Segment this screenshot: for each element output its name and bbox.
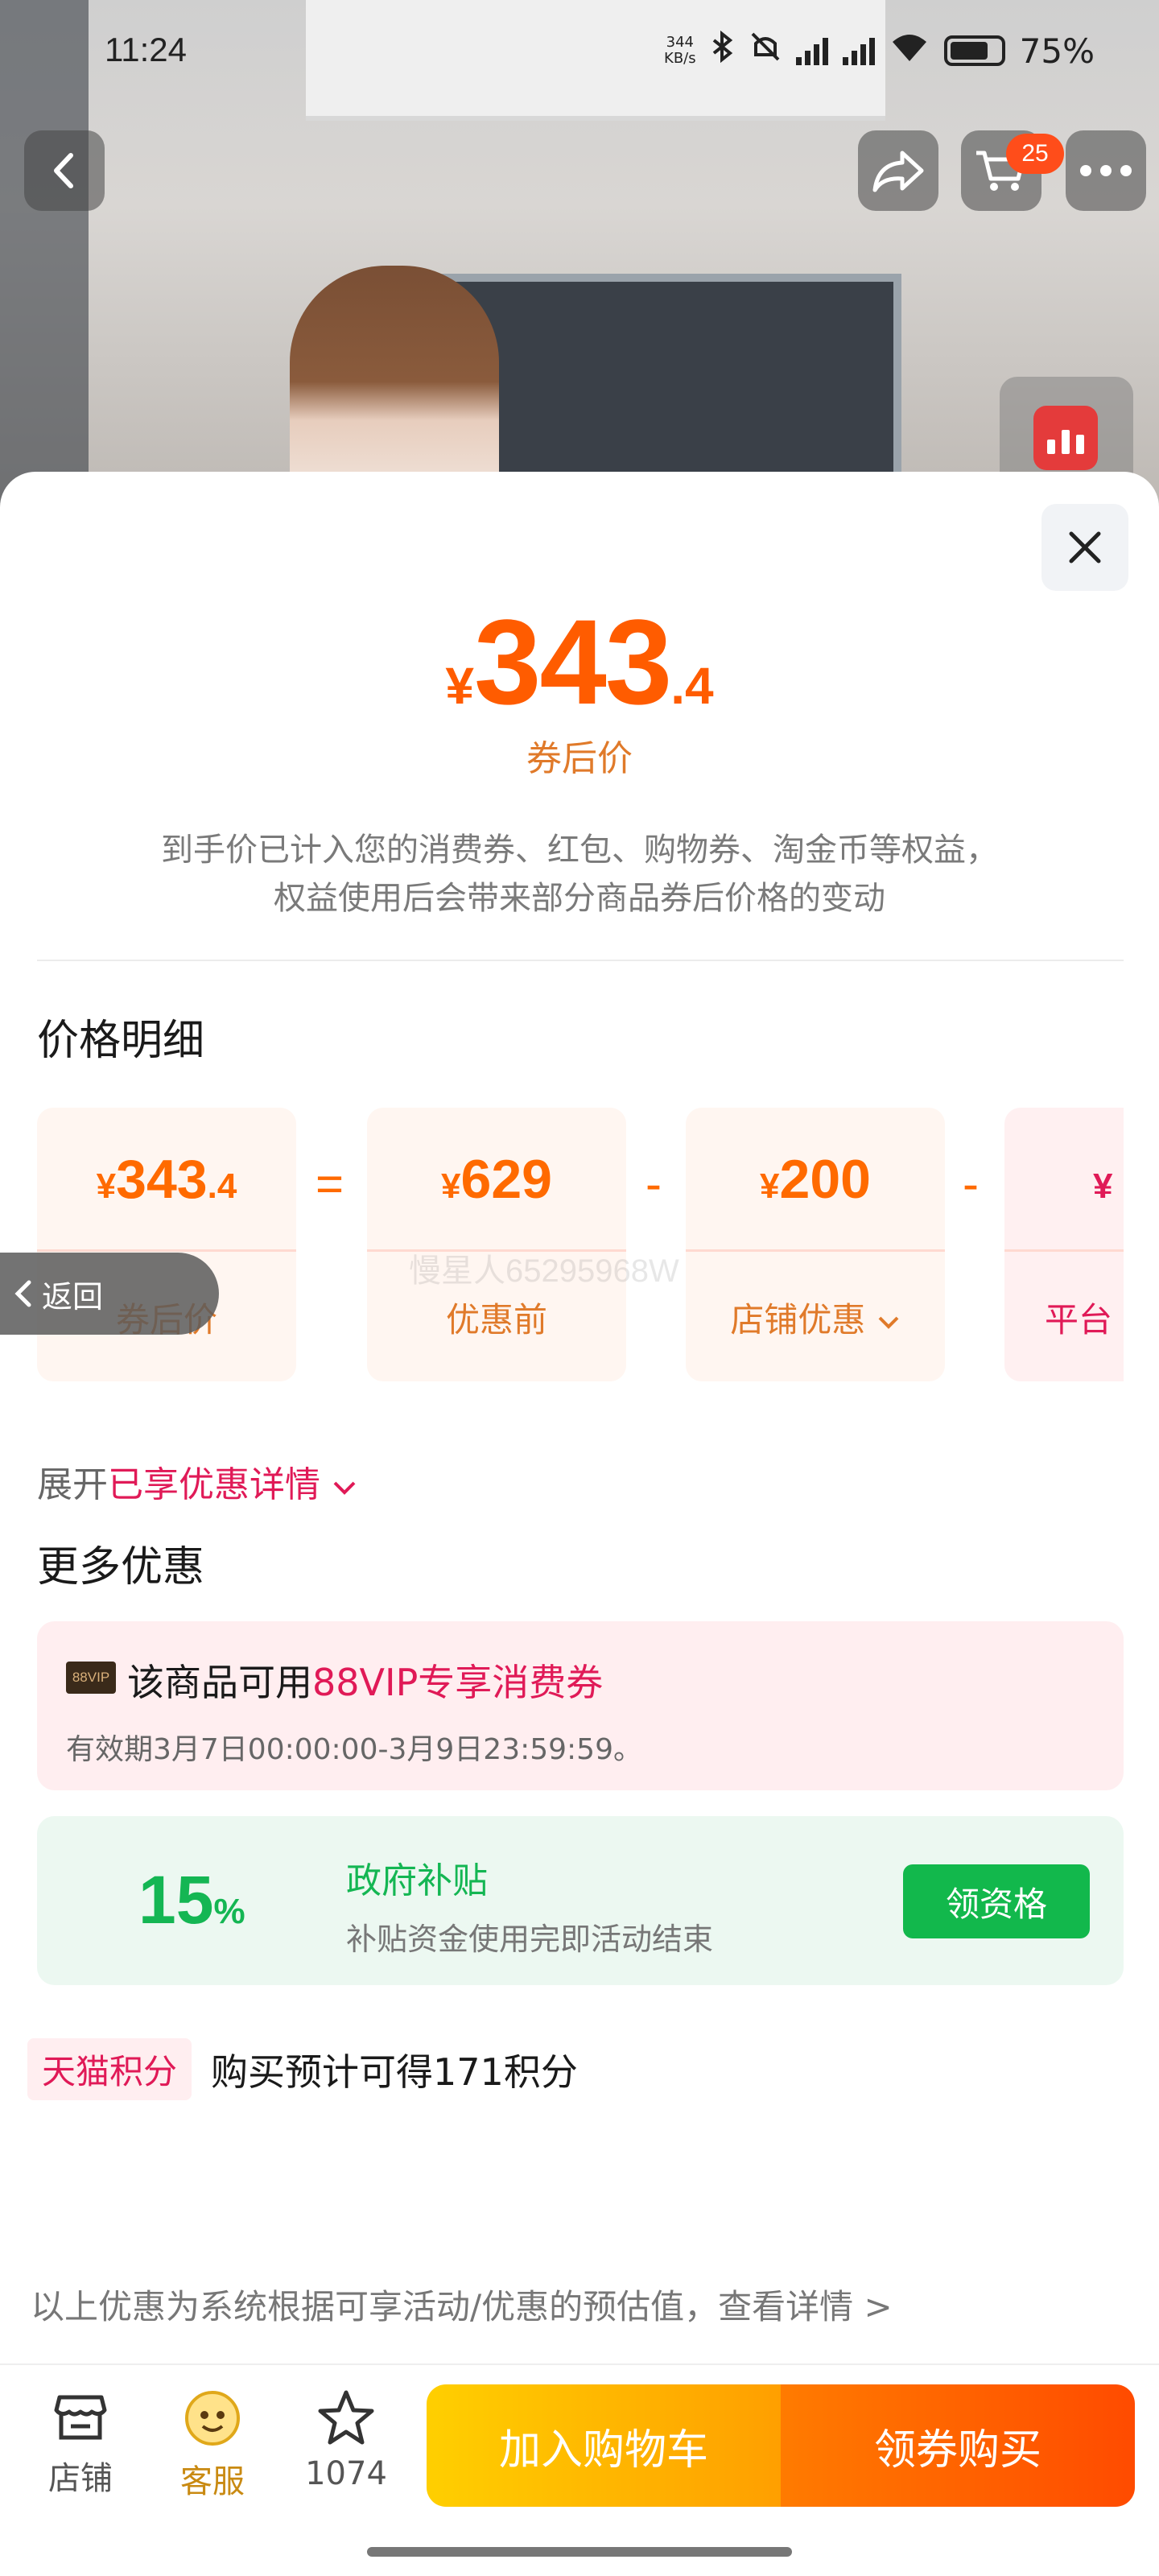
chevron-left-icon <box>14 1280 31 1307</box>
claim-qualification-button[interactable]: 领资格 <box>903 1864 1090 1938</box>
buy-with-coupon-button[interactable]: 领券购买 <box>781 2384 1135 2507</box>
close-button[interactable] <box>1041 504 1128 591</box>
tmall-points-text: 购买预计可得171积分 <box>211 2050 578 2094</box>
share-button[interactable] <box>858 130 938 211</box>
chevron-down-icon <box>878 1316 899 1329</box>
subsidy-title: 政府补贴 <box>346 1860 488 1901</box>
breakdown-title: 价格明细 <box>37 1017 205 1065</box>
disclaimer-link[interactable]: 以上优惠为系统根据可享活动/优惠的预估值，查看详情 > <box>31 2280 893 2329</box>
mute-icon <box>749 31 782 71</box>
final-price: ¥343.4 <box>445 594 714 729</box>
subsidy-percent: 15% <box>138 1862 245 1938</box>
close-icon <box>1069 531 1101 564</box>
favorite-button[interactable]: 1074 <box>298 2388 394 2492</box>
battery-icon <box>943 35 1005 66</box>
tmall-points-tag: 天猫积分 <box>27 2038 192 2100</box>
vip-coupon-text: 该商品可用88VIP专享消费券 <box>127 1661 604 1704</box>
price-note: 到手价已计入您的消费券、红包、购物券、淘金币等权益， 权益使用后会带来部分商品券… <box>161 832 998 917</box>
bottom-action-bar: 店铺 客服 1074 加入购物车 领券购买 <box>0 2363 1159 2576</box>
status-bar: 11:24 344 KB/s 75% <box>0 0 1159 97</box>
more-dots-icon <box>1080 165 1132 176</box>
customer-service-button[interactable]: 客服 <box>164 2388 261 2502</box>
service-avatar-icon <box>185 2391 240 2446</box>
final-price-caption: 券后价 <box>526 738 633 779</box>
shop-button[interactable]: 店铺 <box>32 2388 129 2499</box>
bluetooth-icon <box>711 30 735 71</box>
more-discounts-title: 更多优惠 <box>37 1543 205 1591</box>
signal-icon-1 <box>795 36 828 65</box>
price-detail-sheet: ¥343.4 券后价 到手价已计入您的消费券、红包、购物券、淘金币等权益， 权益… <box>0 472 1159 2576</box>
breakdown-card-final: ¥343.4 券后价 <box>37 1108 296 1381</box>
star-icon <box>318 2390 374 2445</box>
net-speed: 344 KB/s <box>664 34 696 67</box>
chart-icon <box>1033 406 1098 470</box>
back-button[interactable] <box>24 130 105 211</box>
return-button[interactable]: 返回 <box>0 1253 219 1335</box>
share-icon <box>872 151 924 192</box>
breakdown-card-platform: ¥ 平台 <box>1004 1108 1124 1381</box>
battery-percent: 75% <box>1019 31 1095 71</box>
signal-icon-2 <box>842 36 875 65</box>
store-icon <box>54 2395 107 2440</box>
vip-badge: 88VIP <box>66 1662 116 1694</box>
watermark: 慢星人65295968W <box>409 1253 679 1289</box>
tmall-points-row: 天猫积分 购买预计可得171积分 <box>27 2038 578 2100</box>
vip-coupon-card[interactable]: 88VIP 该商品可用88VIP专享消费券 有效期3月7日00:00:00-3月… <box>37 1621 1124 1790</box>
breakdown-card-shop-discount[interactable]: ¥200 店铺优惠 <box>686 1108 945 1381</box>
status-time: 11:24 <box>105 31 187 68</box>
equals-sign: = <box>316 1157 344 1211</box>
chevron-left-icon <box>54 153 73 188</box>
chevron-down-icon <box>333 1481 356 1495</box>
wifi-icon <box>889 31 930 71</box>
add-to-cart-button[interactable]: 加入购物车 <box>427 2384 781 2507</box>
gov-subsidy-card: 15% 政府补贴 补贴资金使用完即活动结束 领资格 <box>37 1816 1124 1985</box>
status-icons: 344 KB/s 75% <box>664 30 1095 71</box>
minus-sign-2: - <box>963 1157 979 1211</box>
expand-discount-details[interactable]: 展开已享优惠详情 <box>37 1455 357 1507</box>
subsidy-subtitle: 补贴资金使用完即活动结束 <box>346 1922 714 1957</box>
cart-count-badge: 25 <box>1006 134 1064 174</box>
minus-sign-1: - <box>645 1157 662 1211</box>
vip-validity: 有效期3月7日00:00:00-3月9日23:59:59。 <box>66 1733 642 1766</box>
home-indicator <box>367 2547 792 2557</box>
divider <box>37 960 1124 961</box>
more-button[interactable] <box>1066 130 1146 211</box>
